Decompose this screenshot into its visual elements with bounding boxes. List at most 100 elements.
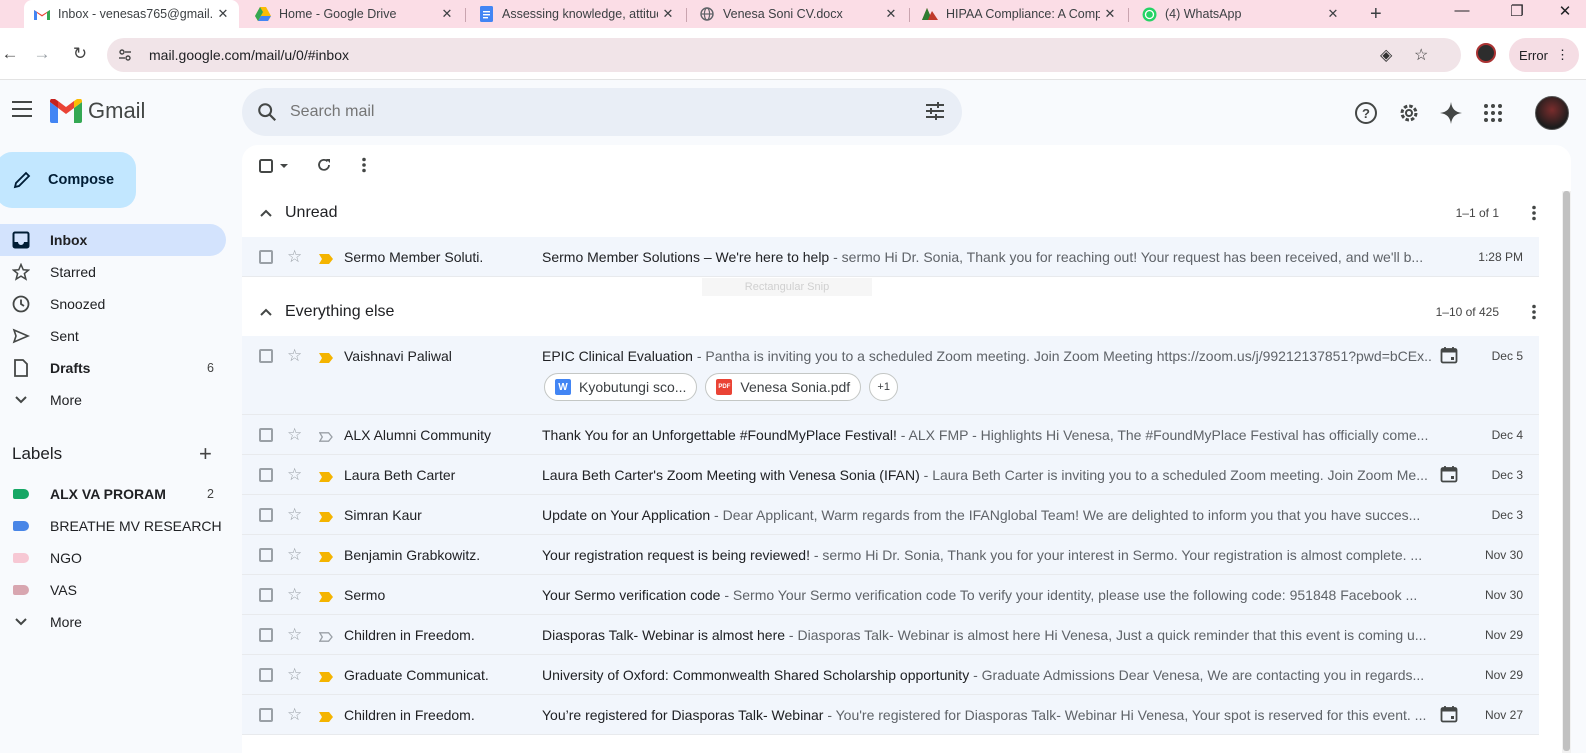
minimize-button[interactable]: — xyxy=(1450,2,1474,19)
close-tab-icon[interactable]: ✕ xyxy=(658,6,678,22)
tab-whatsapp[interactable]: (4) WhatsApp ✕ xyxy=(1131,0,1349,28)
email-row[interactable]: ☆ Graduate Communicat. University of Oxfor… xyxy=(242,655,1539,695)
close-window-button[interactable]: ✕ xyxy=(1553,2,1577,20)
row-checkbox[interactable] xyxy=(259,628,273,642)
importance-marker-icon[interactable] xyxy=(319,549,333,565)
label-alx-va-proram[interactable]: ALX VA PRORAM 2 xyxy=(0,478,226,510)
address-bar[interactable]: mail.google.com/mail/u/0/#inbox xyxy=(107,38,1461,72)
more-attachments-chip[interactable]: +1 xyxy=(869,373,899,401)
help-icon[interactable]: ? xyxy=(1353,100,1379,126)
star-toggle-icon[interactable]: ☆ xyxy=(287,465,302,485)
importance-marker-icon[interactable] xyxy=(318,429,333,445)
reload-icon[interactable]: ↻ xyxy=(70,44,90,64)
star-toggle-icon[interactable]: ☆ xyxy=(287,585,302,605)
email-row[interactable]: ☆ Children in Freedom. You’re registered f… xyxy=(242,695,1539,735)
star-toggle-icon[interactable]: ☆ xyxy=(287,665,302,685)
row-checkbox[interactable] xyxy=(259,349,273,363)
add-label-icon[interactable]: + xyxy=(199,441,212,467)
importance-marker-icon[interactable] xyxy=(319,251,333,267)
search-input[interactable] xyxy=(290,103,890,121)
importance-marker-icon[interactable] xyxy=(319,589,333,605)
apps-grid-icon[interactable] xyxy=(1480,100,1506,126)
forward-arrow-icon[interactable]: → xyxy=(32,44,52,64)
gmail-logo[interactable]: Gmail xyxy=(50,98,145,124)
star-toggle-icon[interactable]: ☆ xyxy=(287,705,302,725)
row-checkbox[interactable] xyxy=(259,668,273,682)
message-list-scrollbar[interactable] xyxy=(1562,191,1571,753)
compose-button[interactable]: Compose xyxy=(0,152,136,208)
email-row[interactable]: ☆ Simran Kaur Update on Your Application -… xyxy=(242,495,1539,535)
tab-cv-document[interactable]: Venesa Soni CV.docx ✕ xyxy=(689,0,907,28)
email-row[interactable]: ☆ Laura Beth Carter Laura Beth Carter's Zo… xyxy=(242,455,1539,495)
nav-drafts[interactable]: Drafts 6 xyxy=(0,352,226,384)
email-row[interactable]: ☆ Sermo Member Soluti. Sermo Member Soluti… xyxy=(242,237,1539,277)
nav-more[interactable]: More xyxy=(0,384,226,416)
tab-google-docs[interactable]: Assessing knowledge, attitud ✕ xyxy=(468,0,684,28)
tab-google-drive[interactable]: Home - Google Drive ✕ xyxy=(245,0,463,28)
importance-marker-icon[interactable] xyxy=(319,509,333,525)
nav-sent[interactable]: Sent xyxy=(0,320,226,352)
close-tab-icon[interactable]: ✕ xyxy=(1100,6,1120,22)
calendar-event-icon[interactable] xyxy=(1440,346,1458,367)
nav-starred[interactable]: Starred xyxy=(0,256,226,288)
bookmark-star-icon[interactable]: ☆ xyxy=(1414,45,1428,65)
tab-hipaa[interactable]: HIPAA Compliance: A Compl ✕ xyxy=(912,0,1126,28)
close-tab-icon[interactable]: ✕ xyxy=(881,6,901,22)
email-row[interactable]: ☆ Children in Freedom. Diasporas Talk- Web… xyxy=(242,615,1539,655)
browser-profile-avatar[interactable] xyxy=(1476,43,1496,63)
row-checkbox[interactable] xyxy=(259,548,273,562)
label-vas[interactable]: VAS xyxy=(0,574,226,606)
attachment-chip[interactable]: PDF Venesa Sonia.pdf xyxy=(705,373,862,401)
star-toggle-icon[interactable]: ☆ xyxy=(287,247,302,267)
settings-gear-icon[interactable] xyxy=(1396,100,1422,126)
row-checkbox[interactable] xyxy=(259,588,273,602)
section-more-icon[interactable] xyxy=(1531,205,1537,224)
restore-button[interactable]: ❐ xyxy=(1505,2,1529,20)
star-toggle-icon[interactable]: ☆ xyxy=(287,346,302,366)
star-toggle-icon[interactable]: ☆ xyxy=(287,505,302,525)
new-tab-button[interactable]: + xyxy=(1370,3,1382,26)
site-info-icon[interactable] xyxy=(117,47,133,63)
account-avatar[interactable] xyxy=(1535,96,1569,130)
nav-inbox[interactable]: Inbox xyxy=(0,224,226,256)
search-options-icon[interactable] xyxy=(924,100,946,122)
chevron-up-icon[interactable] xyxy=(260,305,272,319)
refresh-icon[interactable] xyxy=(316,157,332,176)
select-all-checkbox[interactable] xyxy=(259,159,289,176)
calendar-event-icon[interactable] xyxy=(1440,705,1458,726)
row-checkbox[interactable] xyxy=(259,250,273,264)
email-row[interactable]: ☆ Benjamin Grabkowitz. Your registration r… xyxy=(242,535,1539,575)
email-row[interactable]: ☆ Sermo Your Sermo verification code - Ser… xyxy=(242,575,1539,615)
gemini-sparkle-icon[interactable] xyxy=(1438,100,1464,126)
star-toggle-icon[interactable]: ☆ xyxy=(287,545,302,565)
search-icon[interactable] xyxy=(256,101,278,123)
section-more-icon[interactable] xyxy=(1531,304,1537,323)
attachment-chip[interactable]: W Kyobutungi sco... xyxy=(544,373,698,401)
chevron-up-icon[interactable] xyxy=(260,206,272,220)
row-checkbox[interactable] xyxy=(259,708,273,722)
importance-marker-icon[interactable] xyxy=(319,709,333,725)
back-arrow-icon[interactable]: ← xyxy=(0,44,20,64)
close-tab-icon[interactable]: ✕ xyxy=(1323,6,1343,22)
calendar-event-icon[interactable] xyxy=(1440,465,1458,486)
star-toggle-icon[interactable]: ☆ xyxy=(287,425,302,445)
section-header-everything-else[interactable]: Everything else 1–10 of 425 xyxy=(242,292,1555,332)
importance-marker-icon[interactable] xyxy=(319,669,333,685)
row-checkbox[interactable] xyxy=(259,508,273,522)
importance-marker-icon[interactable] xyxy=(319,469,333,485)
label-ngo[interactable]: NGO xyxy=(0,542,226,574)
importance-marker-icon[interactable] xyxy=(318,629,333,645)
close-tab-icon[interactable]: ✕ xyxy=(213,6,233,22)
labels-more[interactable]: More xyxy=(0,606,226,638)
nav-snoozed[interactable]: Snoozed xyxy=(0,288,226,320)
row-checkbox[interactable] xyxy=(259,468,273,482)
email-row[interactable]: ☆ Vaishnavi Paliwal EPIC Clinical Evaluati… xyxy=(242,336,1539,415)
scrollbar-thumb[interactable] xyxy=(1563,191,1570,751)
label-breathe-mv-research[interactable]: BREATHE MV RESEARCH xyxy=(0,510,226,542)
email-row[interactable]: ☆ ALX Alumni Community Thank You for an Un… xyxy=(242,415,1539,455)
star-toggle-icon[interactable]: ☆ xyxy=(287,625,302,645)
close-tab-icon[interactable]: ✕ xyxy=(437,6,457,22)
importance-marker-icon[interactable] xyxy=(319,350,333,366)
more-vert-icon[interactable] xyxy=(361,157,367,176)
tracking-protection-icon[interactable]: ◈ xyxy=(1380,45,1392,65)
